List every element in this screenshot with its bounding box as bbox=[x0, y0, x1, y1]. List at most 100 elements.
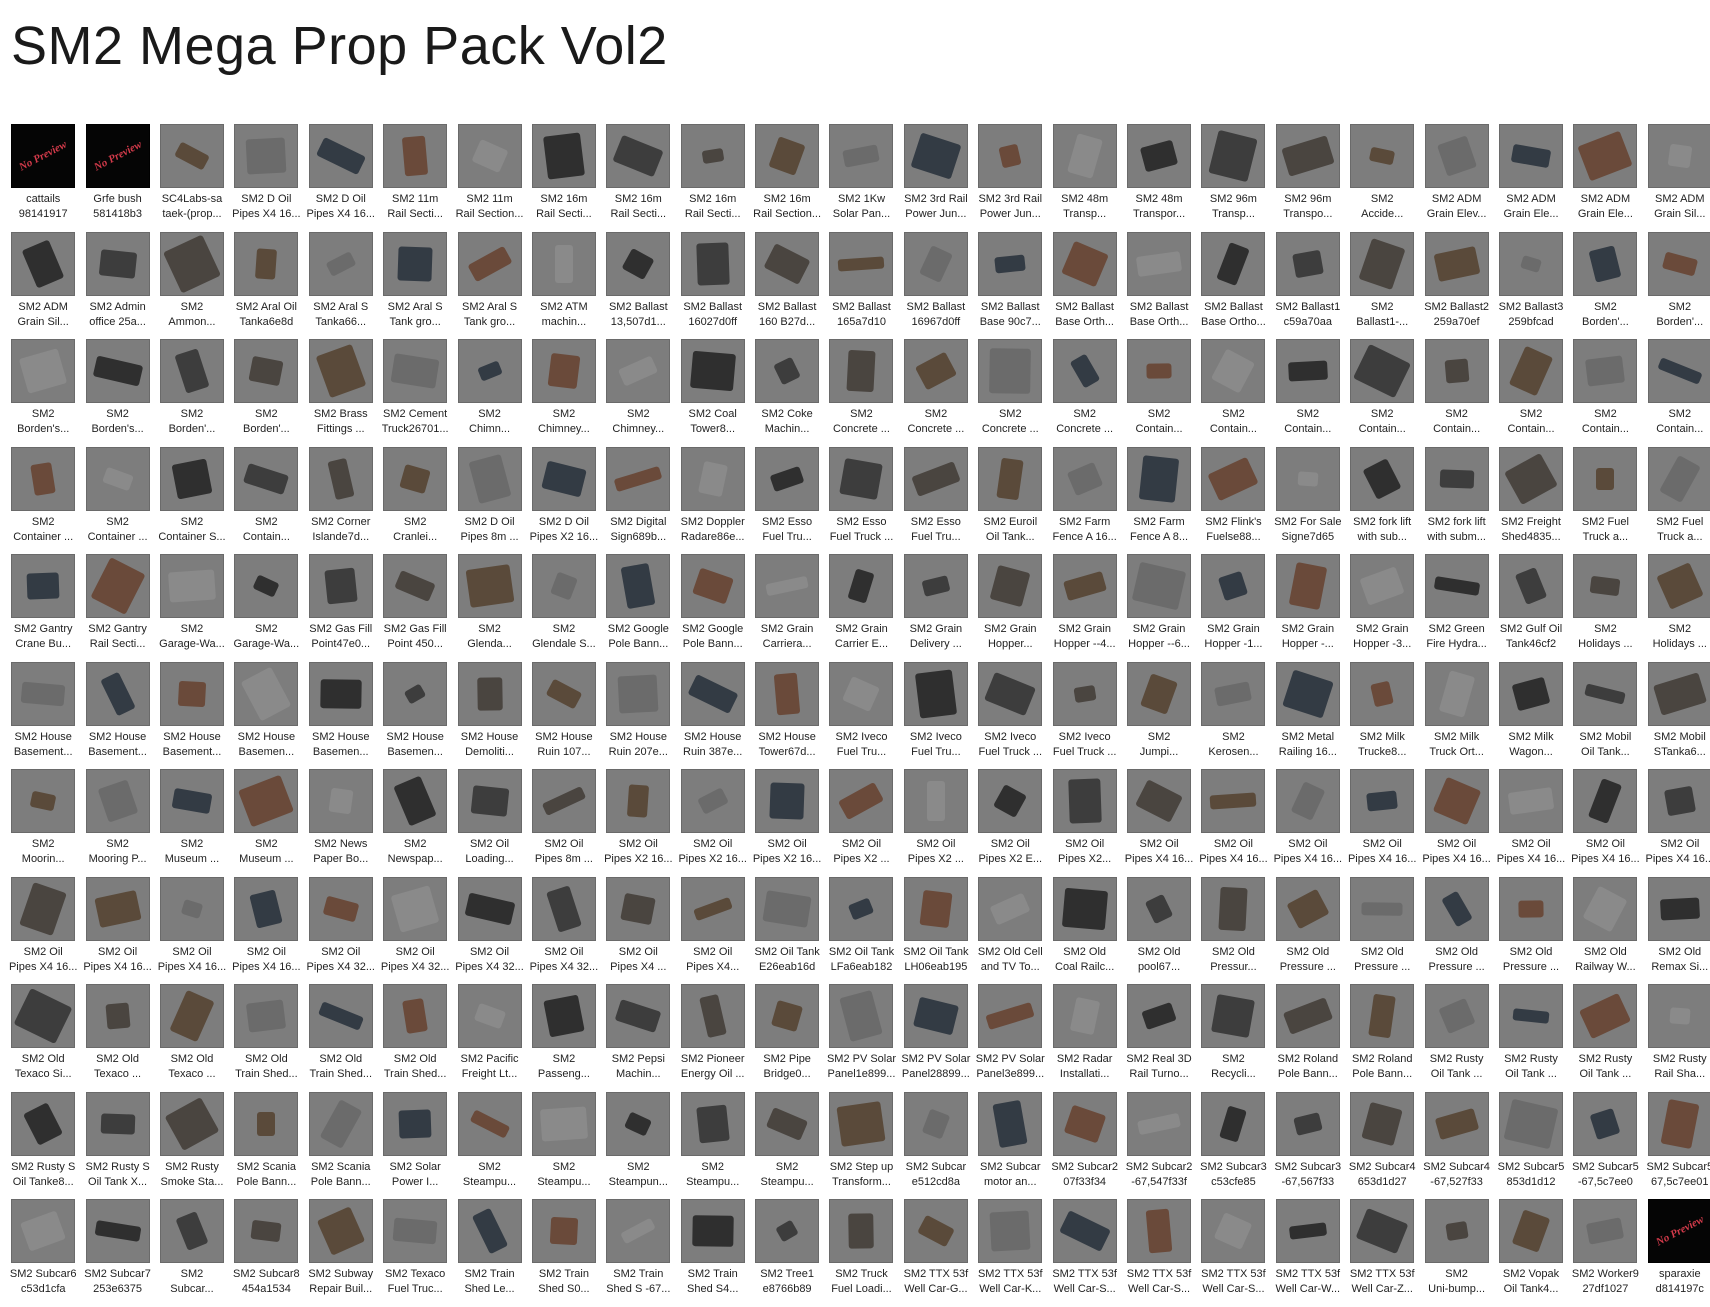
prop-item[interactable]: SM2 ATM machin... bbox=[527, 231, 601, 340]
prop-item[interactable]: SM2 Oil Pipes X4 16... bbox=[1568, 769, 1642, 877]
prop-item[interactable]: SM2 D Oil Pipes X4 16... bbox=[304, 124, 378, 232]
prop-item[interactable]: SM2 Subcar8 454a1534 bbox=[229, 1199, 303, 1307]
prop-item[interactable]: SM2 Old Railway W... bbox=[1568, 876, 1642, 985]
prop-item[interactable]: SM2 Grain Carrier E... bbox=[824, 554, 898, 662]
prop-item[interactable]: SM2 Esso Fuel Tru... bbox=[750, 446, 824, 555]
prop-item[interactable]: SM2 ADM Grain Ele... bbox=[1494, 124, 1568, 232]
prop-item[interactable]: SM2 Subcar2 07f33f34 bbox=[1047, 1091, 1121, 1200]
prop-item[interactable]: SM2 Borden'... bbox=[1643, 231, 1710, 340]
prop-item[interactable]: SM2 Milk Truck Ort... bbox=[1419, 661, 1493, 770]
prop-item[interactable]: SM2 Train Shed S0... bbox=[527, 1199, 601, 1307]
prop-item[interactable]: SM2 Glenda... bbox=[452, 554, 526, 662]
prop-item[interactable]: SM2 Accide... bbox=[1345, 124, 1419, 232]
prop-item[interactable]: SM2 Old Train Shed... bbox=[304, 984, 378, 1092]
prop-item[interactable]: SM2 Concrete ... bbox=[1047, 339, 1121, 447]
prop-item[interactable]: SM2 House Basement... bbox=[6, 661, 80, 770]
prop-item[interactable]: SM2 Oil Pipes X4... bbox=[676, 876, 750, 985]
prop-item[interactable]: SM2 Step up Transform... bbox=[824, 1091, 898, 1200]
prop-item[interactable]: SM2 Fuel Truck a... bbox=[1568, 446, 1642, 555]
prop-item[interactable]: No Preview cattails 98141917 bbox=[6, 124, 80, 232]
prop-item[interactable]: SM2 Contain... bbox=[1568, 339, 1642, 447]
prop-item[interactable]: SM2 House Tower67d... bbox=[750, 661, 824, 770]
prop-item[interactable]: SM2 Oil Pipes X4 16... bbox=[1196, 769, 1270, 877]
prop-item[interactable]: SM2 16m Rail Section... bbox=[750, 124, 824, 232]
prop-item[interactable]: SM2 Coal Tower8... bbox=[676, 339, 750, 447]
prop-item[interactable]: SM2 Ballast 160 B27d... bbox=[750, 231, 824, 340]
prop-item[interactable]: SM2 Holidays ... bbox=[1568, 554, 1642, 662]
prop-item[interactable]: SM2 Contain... bbox=[1643, 339, 1710, 447]
prop-item[interactable]: SM2 96m Transp... bbox=[1196, 124, 1270, 232]
prop-item[interactable]: SM2 ADM Grain Elev... bbox=[1419, 124, 1493, 232]
prop-item[interactable]: SM2 Oil Pipes X2... bbox=[1047, 769, 1121, 877]
prop-item[interactable]: SM2 Subcar5 853d1d12 bbox=[1494, 1091, 1568, 1200]
prop-item[interactable]: SM2 Borden'... bbox=[1568, 231, 1642, 340]
prop-item[interactable]: SM2 Old Pressure ... bbox=[1345, 876, 1419, 985]
prop-item[interactable]: SM2 Moorin... bbox=[6, 769, 80, 877]
prop-item[interactable]: SM2 96m Transpo... bbox=[1271, 124, 1345, 232]
prop-item[interactable]: SM2 Container ... bbox=[6, 446, 80, 555]
prop-item[interactable]: SM2 Subcar3 -67,567f33 bbox=[1271, 1091, 1345, 1200]
prop-item[interactable]: SM2 TTX 53f Well Car-S... bbox=[1047, 1199, 1121, 1307]
prop-item[interactable]: SM2 Oil Pipes X4 32... bbox=[452, 876, 526, 985]
prop-item[interactable]: SM2 Aral S Tanka66... bbox=[304, 231, 378, 340]
prop-item[interactable]: SM2 Mooring P... bbox=[80, 769, 154, 877]
prop-item[interactable]: SM2 Pepsi Machin... bbox=[601, 984, 675, 1092]
prop-item[interactable]: SM2 Cranlei... bbox=[378, 446, 452, 555]
prop-item[interactable]: SM2 Oil Pipes X4 16... bbox=[1271, 769, 1345, 877]
prop-item[interactable]: SM2 Train Shed S -67... bbox=[601, 1199, 675, 1307]
prop-item[interactable]: SM2 3rd Rail Power Jun... bbox=[899, 124, 973, 232]
prop-item[interactable]: SM2 News Paper Bo... bbox=[304, 769, 378, 877]
prop-item[interactable]: SM2 Ballast 16027d0ff bbox=[676, 231, 750, 340]
prop-item[interactable]: SM2 Farm Fence A 8... bbox=[1122, 446, 1196, 555]
prop-item[interactable]: SM2 Old Cell and TV To... bbox=[973, 876, 1047, 985]
prop-item[interactable]: SM2 Oil Pipes X4 32... bbox=[527, 876, 601, 985]
prop-item[interactable]: SM2 House Basement... bbox=[80, 661, 154, 770]
prop-item[interactable]: SM2 48m Transpor... bbox=[1122, 124, 1196, 232]
prop-item[interactable]: SM2 Ammon... bbox=[155, 231, 229, 340]
prop-item[interactable]: SM2 Iveco Fuel Tru... bbox=[824, 661, 898, 770]
prop-item[interactable]: SM2 Oil Pipes X4 16... bbox=[1419, 769, 1493, 877]
prop-item[interactable]: SM2 Subcar motor an... bbox=[973, 1091, 1047, 1200]
prop-item[interactable]: SM2 Oil Loading... bbox=[452, 769, 526, 877]
prop-item[interactable]: SM2 D Oil Pipes 8m ... bbox=[452, 446, 526, 555]
prop-item[interactable]: SM2 Texaco Fuel Truc... bbox=[378, 1199, 452, 1307]
prop-item[interactable]: SM2 Pioneer Energy Oil ... bbox=[676, 984, 750, 1092]
prop-item[interactable]: SM2 Roland Pole Bann... bbox=[1271, 984, 1345, 1092]
prop-item[interactable]: SM2 Grain Delivery ... bbox=[899, 554, 973, 662]
prop-item[interactable]: SM2 D Oil Pipes X2 16... bbox=[527, 446, 601, 555]
prop-item[interactable]: SM2 Steampu... bbox=[676, 1091, 750, 1200]
prop-item[interactable]: SM2 Museum ... bbox=[229, 769, 303, 877]
prop-item[interactable]: SM2 Borden'... bbox=[229, 339, 303, 447]
prop-item[interactable]: SM2 House Basemen... bbox=[304, 661, 378, 770]
prop-item[interactable]: SM2 Brass Fittings ... bbox=[304, 339, 378, 447]
prop-item[interactable]: SM2 Pacific Freight Lt... bbox=[452, 984, 526, 1092]
prop-item[interactable]: SM2 Ballast Base Orth... bbox=[1122, 231, 1196, 340]
prop-item[interactable]: SM2 Milk Wagon... bbox=[1494, 661, 1568, 770]
prop-item[interactable]: SM2 Oil Pipes 8m ... bbox=[527, 769, 601, 877]
prop-item[interactable]: SM2 Grain Hopper -1... bbox=[1196, 554, 1270, 662]
prop-item[interactable]: SM2 Contain... bbox=[1419, 339, 1493, 447]
prop-item[interactable]: SM2 TTX 53f Well Car-K... bbox=[973, 1199, 1047, 1307]
prop-item[interactable]: SM2 Kerosen... bbox=[1196, 661, 1270, 770]
prop-item[interactable]: SM2 Iveco Fuel Truck ... bbox=[1047, 661, 1121, 770]
prop-item[interactable]: SM2 16m Rail Secti... bbox=[676, 124, 750, 232]
prop-item[interactable]: SM2 Ballast1-... bbox=[1345, 231, 1419, 340]
prop-item[interactable]: SM2 TTX 53f Well Car-S... bbox=[1122, 1199, 1196, 1307]
prop-item[interactable]: SM2 Uni-bump... bbox=[1419, 1199, 1493, 1307]
prop-item[interactable]: SM2 Oil Pipes X2 16... bbox=[676, 769, 750, 877]
prop-item[interactable]: SM2 Worker9 27df1027 bbox=[1568, 1199, 1642, 1307]
prop-item[interactable]: SM2 Oil Pipes X2 16... bbox=[601, 769, 675, 877]
prop-item[interactable]: SM2 Old Texaco Si... bbox=[6, 984, 80, 1092]
prop-item[interactable]: SM2 Borden's... bbox=[6, 339, 80, 447]
prop-item[interactable]: SM2 Ballast 13,507d1... bbox=[601, 231, 675, 340]
prop-item[interactable]: SM2 House Ruin 207e... bbox=[601, 661, 675, 770]
prop-item[interactable]: SM2 Steampu... bbox=[452, 1091, 526, 1200]
prop-item[interactable]: SM2 Rusty Oil Tank ... bbox=[1568, 984, 1642, 1092]
prop-item[interactable]: SM2 Rusty S Oil Tank X... bbox=[80, 1091, 154, 1200]
prop-item[interactable]: SM2 3rd Rail Power Jun... bbox=[973, 124, 1047, 232]
prop-item[interactable]: SM2 fork lift with subm... bbox=[1419, 446, 1493, 555]
prop-item[interactable]: SM2 Old Texaco ... bbox=[155, 984, 229, 1092]
prop-item[interactable]: SM2 Oil Pipes X4 16... bbox=[1643, 769, 1710, 877]
prop-item[interactable]: SM2 ADM Grain Ele... bbox=[1568, 124, 1642, 232]
prop-item[interactable]: SM2 Oil Pipes X2 16... bbox=[750, 769, 824, 877]
